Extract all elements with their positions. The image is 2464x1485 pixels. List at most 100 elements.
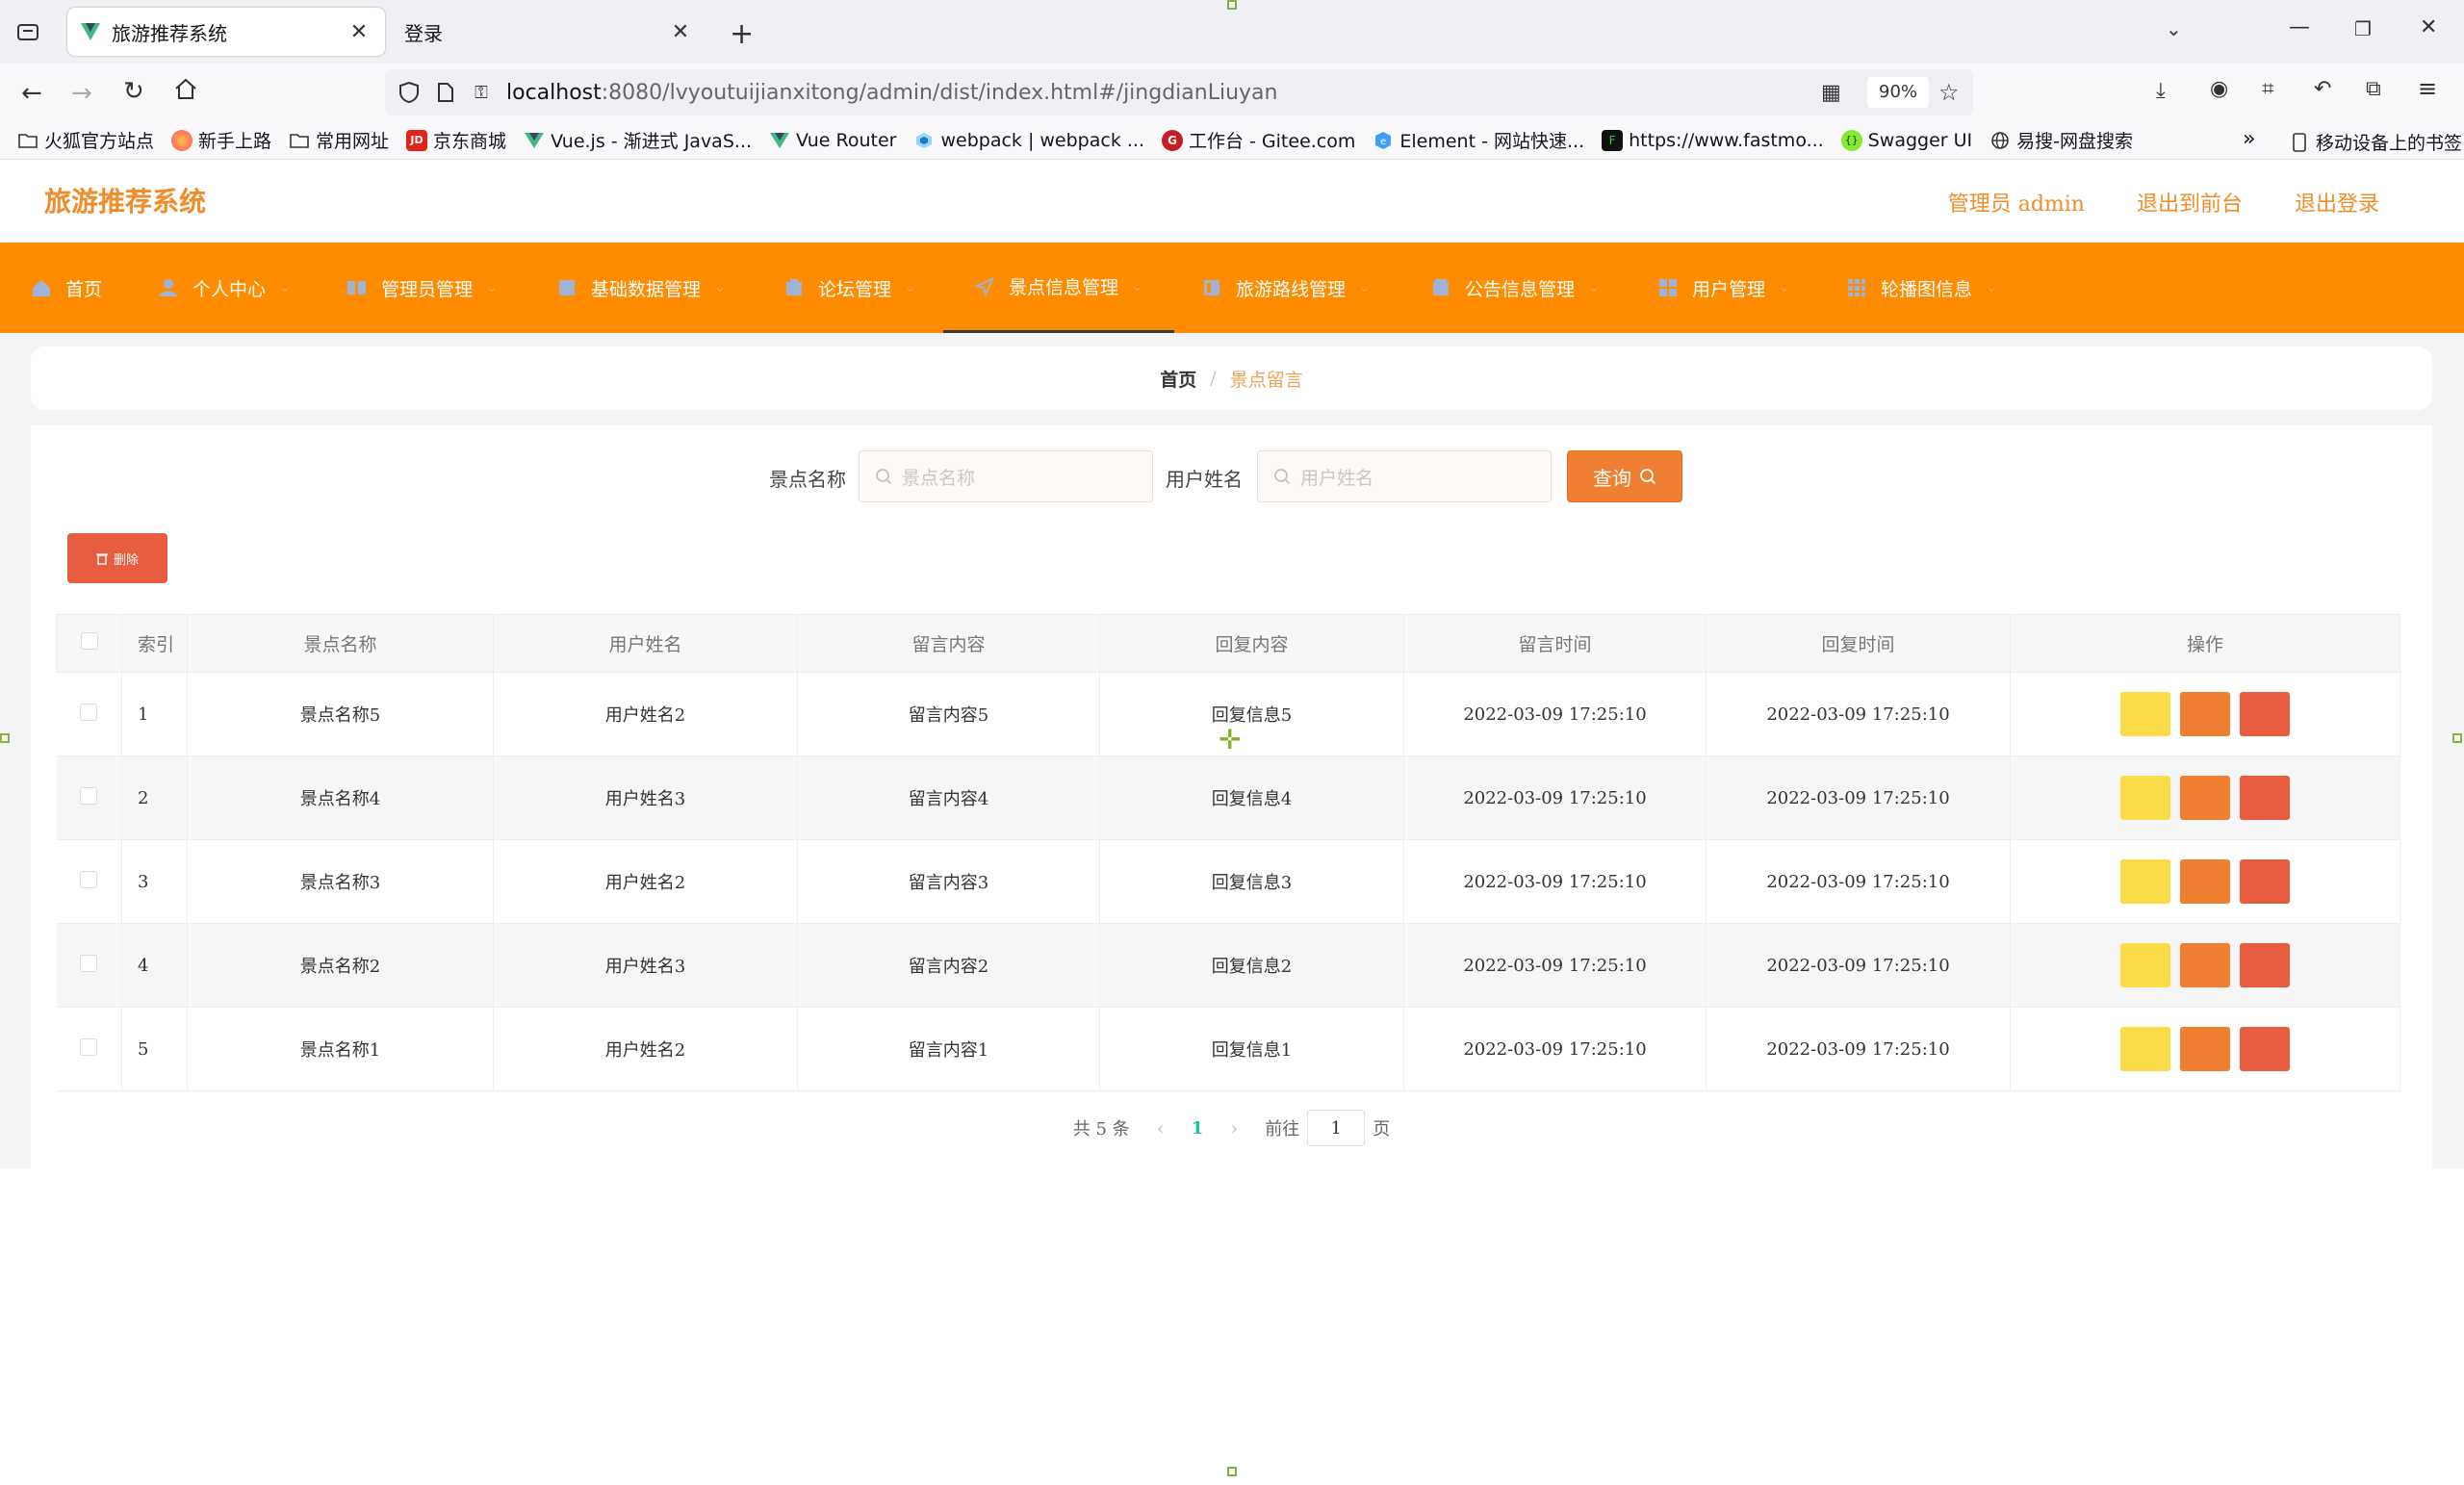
route-icon bbox=[1201, 277, 1222, 298]
bookmark-item[interactable]: 常用网址 bbox=[289, 127, 389, 153]
bookmark-item[interactable]: Vue.js - 渐进式 JavaS... bbox=[524, 127, 752, 153]
view-button[interactable] bbox=[2120, 943, 2170, 987]
minimize-icon[interactable]: — bbox=[2289, 15, 2310, 39]
bookmark-item[interactable]: JD 京东商城 bbox=[406, 127, 506, 153]
delete-row-button[interactable] bbox=[2240, 859, 2290, 904]
browser-tab-login[interactable]: 登录 ✕ bbox=[389, 8, 706, 56]
vue-icon bbox=[81, 23, 100, 40]
goto-page-input[interactable]: 1 bbox=[1307, 1110, 1366, 1146]
select-all-checkbox[interactable] bbox=[80, 632, 98, 650]
breadcrumb-home[interactable]: 首页 bbox=[1160, 366, 1196, 392]
menu-item-admin-management[interactable]: 管理员管理 ⌄ bbox=[346, 243, 498, 333]
row-checkbox[interactable] bbox=[80, 786, 98, 805]
menu-item-base-data[interactable]: 基础数据管理 ⌄ bbox=[556, 243, 726, 333]
back-icon[interactable]: ← bbox=[21, 79, 42, 108]
bookmark-item[interactable]: 易搜-网盘搜索 bbox=[1989, 127, 2133, 153]
selection-handle[interactable] bbox=[1227, 0, 1237, 10]
delete-row-button[interactable] bbox=[2240, 943, 2290, 987]
window-close-icon[interactable]: ✕ bbox=[2420, 15, 2437, 39]
menu-item-forum[interactable]: 论坛管理 ⌄ bbox=[783, 243, 916, 333]
view-button[interactable] bbox=[2120, 1027, 2170, 1071]
webpack-icon bbox=[913, 130, 935, 151]
view-button[interactable] bbox=[2120, 859, 2170, 904]
bookmark-item[interactable]: {} Swagger UI bbox=[1840, 129, 1972, 151]
menu-item-route-management[interactable]: 旅游路线管理 ⌄ bbox=[1201, 243, 1371, 333]
mobile-bookmarks[interactable]: 移动设备上的书签 bbox=[2289, 129, 2462, 155]
page-number[interactable]: 1 bbox=[1192, 1118, 1204, 1139]
menu-item-notice-management[interactable]: 公告信息管理 ⌄ bbox=[1430, 243, 1600, 333]
bookmark-item[interactable]: e Element - 网站快速... bbox=[1373, 127, 1584, 153]
menu-icon[interactable]: ≡ bbox=[2418, 75, 2437, 102]
menu-item-user-management[interactable]: 用户管理 ⌄ bbox=[1657, 243, 1790, 333]
selection-handle[interactable] bbox=[1227, 1467, 1237, 1476]
row-checkbox[interactable] bbox=[80, 870, 98, 888]
extensions-icon[interactable]: ⧉ bbox=[2366, 77, 2381, 101]
menu-item-personal-center[interactable]: 个人中心 ⌄ bbox=[158, 243, 291, 333]
selection-handle[interactable] bbox=[2452, 733, 2462, 743]
download-icon[interactable]: ⤓ bbox=[2156, 79, 2166, 103]
edit-button[interactable] bbox=[2180, 859, 2230, 904]
bookmark-label: 工作台 - Gitee.com bbox=[1189, 131, 1356, 152]
close-tab-icon[interactable]: ✕ bbox=[668, 20, 693, 44]
row-checkbox[interactable] bbox=[80, 954, 98, 972]
key-icon[interactable]: ⚿ bbox=[470, 83, 493, 103]
bookmark-item[interactable]: 火狐官方站点 bbox=[17, 127, 154, 153]
shield-icon[interactable] bbox=[397, 82, 422, 103]
crop-icon[interactable]: ⌗ bbox=[2262, 77, 2273, 101]
row-checkbox[interactable] bbox=[80, 1037, 98, 1056]
delete-button[interactable]: 删除 bbox=[67, 533, 167, 583]
menu-item-home[interactable]: 首页 bbox=[31, 243, 102, 333]
row-select-cell bbox=[56, 755, 122, 840]
bookmark-item[interactable]: Fhttps://www.fastmo... bbox=[1602, 129, 1824, 151]
new-tab-icon[interactable]: + bbox=[730, 17, 754, 51]
selection-handle[interactable] bbox=[0, 733, 10, 743]
edit-button[interactable] bbox=[2180, 776, 2230, 820]
reload-icon[interactable]: ↻ bbox=[123, 77, 144, 106]
delete-row-button[interactable] bbox=[2240, 692, 2290, 736]
qrcode-icon[interactable]: ▦ bbox=[1821, 81, 1841, 105]
bookmark-item[interactable]: 新手上路 bbox=[171, 127, 271, 153]
bookmark-item[interactable]: G 工作台 - Gitee.com bbox=[1162, 127, 1355, 153]
edit-button[interactable] bbox=[2180, 692, 2230, 736]
url-text[interactable]: localhost:8080/lvyoutuijianxitong/admin/… bbox=[506, 81, 1277, 105]
logout-link[interactable]: 退出登录 bbox=[2295, 187, 2379, 218]
menu-item-carousel[interactable]: 轮播图信息 ⌄ bbox=[1846, 243, 1997, 333]
delete-row-button[interactable] bbox=[2240, 1027, 2290, 1071]
edit-button[interactable] bbox=[2180, 1027, 2230, 1071]
menu-item-scenic-management[interactable]: 景点信息管理 ⌄ bbox=[943, 243, 1174, 333]
bookmark-item[interactable]: webpack | webpack ... bbox=[913, 130, 1144, 151]
edit-button[interactable] bbox=[2180, 943, 2230, 987]
table-row[interactable]: 3 景点名称3 用户姓名2 留言内容3 回复信息3 2022-03-09 17:25:10… bbox=[56, 839, 2400, 924]
address-bar[interactable]: ⚿ localhost:8080/lvyoutuijianxitong/admi… bbox=[385, 69, 1973, 115]
view-button[interactable] bbox=[2120, 776, 2170, 820]
query-button[interactable]: 查询 bbox=[1567, 450, 1682, 502]
prev-page-icon[interactable]: ‹ bbox=[1157, 1116, 1165, 1139]
bookmark-star-icon[interactable]: ☆ bbox=[1938, 79, 1960, 106]
user-name-input[interactable]: 用户姓名 bbox=[1257, 450, 1552, 502]
zoom-level[interactable]: 90% bbox=[1867, 77, 1930, 108]
browser-tab-active[interactable]: 旅游推荐系统 ✕ bbox=[67, 8, 385, 56]
table-row[interactable]: 5 景点名称1 用户姓名2 留言内容1 回复信息1 2022-03-09 17:25:10… bbox=[56, 1007, 2400, 1091]
scenic-name-input[interactable]: 景点名称 bbox=[859, 450, 1153, 502]
list-all-tabs-icon[interactable]: ⌄ bbox=[2166, 17, 2182, 40]
undo-icon[interactable]: ↶ bbox=[2314, 77, 2331, 101]
tab-list-icon[interactable] bbox=[15, 19, 40, 44]
main-panel: 景点名称 景点名称 用户姓名 用户姓名 查询 删除 索引 景点名称 用户姓名 留… bbox=[31, 425, 2432, 1168]
message-time-cell: 2022-03-09 17:25:10 bbox=[1403, 839, 1707, 924]
account-icon[interactable]: ◉ bbox=[2210, 77, 2228, 101]
home-icon[interactable] bbox=[173, 77, 198, 100]
view-button[interactable] bbox=[2120, 692, 2170, 736]
delete-row-button[interactable] bbox=[2240, 776, 2290, 820]
close-tab-icon[interactable]: ✕ bbox=[346, 20, 372, 44]
menu-label: 管理员管理 bbox=[381, 278, 474, 300]
forward-icon[interactable]: → bbox=[71, 79, 92, 108]
exit-to-frontend-link[interactable]: 退出到前台 bbox=[2137, 187, 2243, 218]
restore-icon[interactable]: ❐ bbox=[2354, 17, 2372, 40]
breadcrumb-separator: / bbox=[1210, 368, 1217, 389]
more-bookmarks-icon[interactable]: » bbox=[2243, 127, 2255, 151]
table-row[interactable]: 4 景点名称2 用户姓名3 留言内容2 回复信息2 2022-03-09 17:25:10… bbox=[56, 923, 2400, 1008]
row-checkbox[interactable] bbox=[80, 703, 98, 721]
bookmark-item[interactable]: Vue Router bbox=[769, 130, 896, 151]
next-page-icon[interactable]: › bbox=[1230, 1116, 1238, 1139]
table-row[interactable]: 2 景点名称4 用户姓名3 留言内容4 回复信息4 2022-03-09 17:25:10… bbox=[56, 755, 2400, 840]
